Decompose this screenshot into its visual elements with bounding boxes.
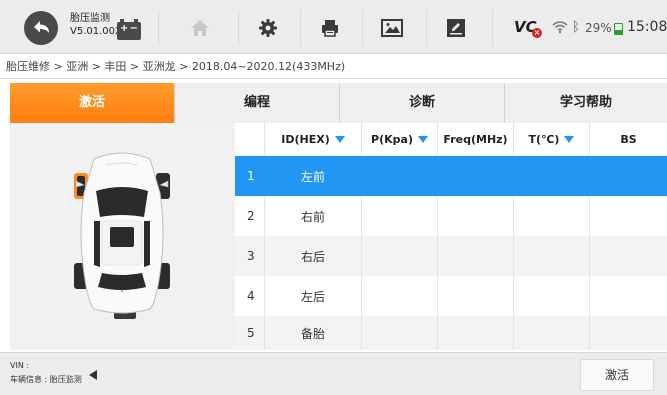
- car-top-view: [74, 152, 170, 319]
- sort-desc-icon: [417, 136, 428, 143]
- clock: 15:08: [627, 19, 667, 35]
- gear-icon: [259, 19, 277, 37]
- battery-app-icon: + −: [117, 19, 141, 40]
- col-header-freq: Freq(MHz): [438, 123, 514, 156]
- image-icon: [381, 19, 403, 37]
- back-button[interactable]: [24, 11, 58, 45]
- battery-icon: [614, 23, 623, 35]
- col-header-temp[interactable]: T(℃): [514, 123, 590, 156]
- col-header-id[interactable]: ID(HEX): [265, 123, 362, 156]
- sort-desc-icon: [564, 136, 575, 143]
- bluetooth-icon: ᛒ: [572, 20, 580, 35]
- back-icon: [34, 21, 49, 33]
- tab-learn-help[interactable]: 学习帮助: [505, 83, 667, 123]
- battery-percent: 29%: [585, 21, 612, 35]
- bottom-bar: VIN : 车辆信息 : 胎压监测 激活: [0, 352, 667, 395]
- vci-disconnected-icon: ×: [532, 28, 542, 38]
- app-version: V5.01.002: [70, 26, 122, 37]
- tab-program[interactable]: 编程: [175, 83, 340, 123]
- tire-data-table: ID(HEX) P(Kpa) Freq(MHz) T(℃) BS 1 左前 2 …: [235, 123, 667, 350]
- printer-icon: [322, 20, 338, 37]
- vehicle-info: 车辆信息 : 胎压监测: [10, 375, 82, 384]
- activate-button[interactable]: 激活: [580, 359, 654, 391]
- tab-diagnose[interactable]: 诊断: [340, 83, 505, 123]
- table-row[interactable]: 2 右前: [235, 196, 667, 236]
- app-title: 胎压监测: [70, 13, 110, 24]
- car-diagram-panel: [10, 123, 235, 350]
- collapse-left-icon[interactable]: [89, 370, 97, 380]
- tab-activate[interactable]: 激活: [10, 83, 175, 123]
- table-row[interactable]: 4 左后: [235, 276, 667, 316]
- feedback-button[interactable]: [428, 8, 484, 48]
- col-header-bs: BS: [620, 133, 637, 146]
- screenshot-button[interactable]: [364, 8, 420, 48]
- col-header-index: [235, 123, 265, 156]
- table-row[interactable]: 5 备胎: [235, 316, 667, 350]
- wifi-icon: [552, 21, 568, 34]
- print-button[interactable]: [302, 8, 358, 48]
- table-row[interactable]: 3 右后: [235, 236, 667, 276]
- home-icon: [191, 20, 209, 36]
- settings-button[interactable]: [240, 8, 296, 48]
- top-toolbar: 胎压监测 V5.01.002 + − VC × ᛒ 29% 15:08: [0, 0, 667, 54]
- table-header: ID(HEX) P(Kpa) Freq(MHz) T(℃) BS: [235, 123, 667, 156]
- col-header-pressure[interactable]: P(Kpa): [362, 123, 438, 156]
- edit-icon: [447, 19, 465, 37]
- breadcrumb: 胎压维修 > 亚洲 > 丰田 > 亚洲龙 > 2018.04~2020.12(4…: [0, 55, 667, 79]
- table-row[interactable]: 1 左前: [235, 156, 667, 196]
- home-button[interactable]: [172, 8, 228, 48]
- vin-label: VIN :: [10, 361, 30, 370]
- sort-desc-icon: [334, 136, 345, 143]
- function-tabs: 激活 编程 诊断 学习帮助: [10, 83, 667, 123]
